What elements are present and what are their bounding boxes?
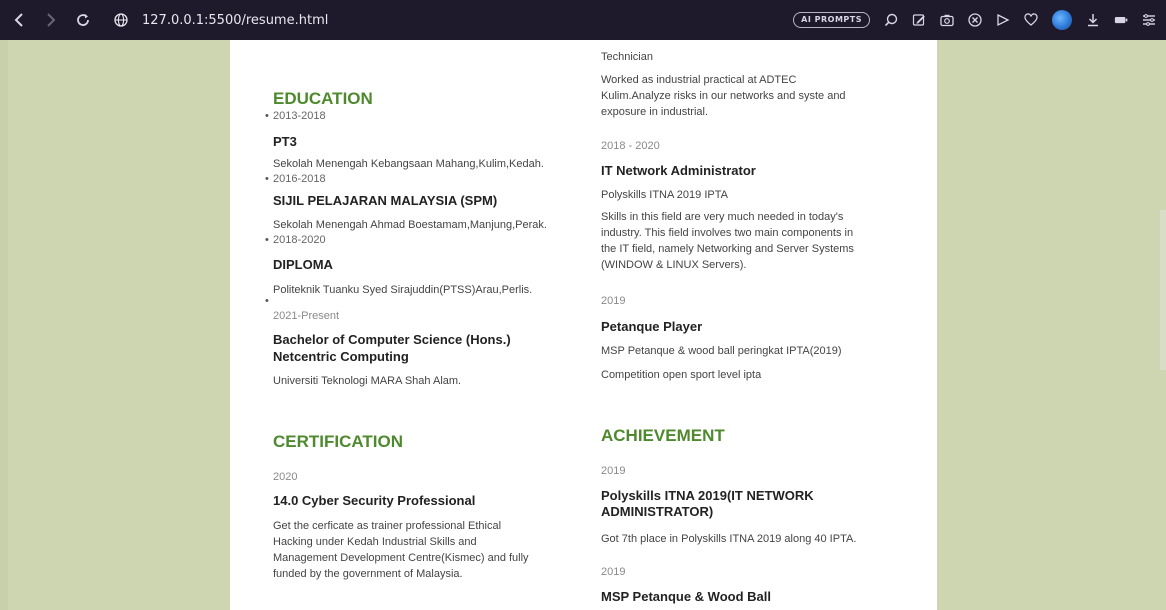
ai-prompts-button[interactable]: AI PROMPTS — [793, 12, 870, 28]
experience-detail-1-line-4: (WINDOW & LINUX Servers). — [601, 259, 747, 271]
reload-icon[interactable] — [74, 11, 92, 29]
education-detail-3: Politeknik Tuanku Syed Sirajuddin(PTSS)A… — [273, 284, 533, 296]
education-title-2: SIJIL PELAJARAN MALAYSIA (SPM) — [273, 193, 498, 208]
education-detail-4: Universiti Teknologi MARA Shah Alam. — [273, 375, 462, 387]
achievement-heading: ACHIEVEMENT — [601, 426, 725, 445]
certification-detail-line-4: funded by the government of Malaysia. — [273, 568, 463, 580]
experience-detail-2: Competition open sport level ipta — [601, 369, 762, 381]
achievement-title-1a: Polyskills ITNA 2019(IT NETWORK — [601, 488, 814, 503]
experience-title-2: Petanque Player — [601, 319, 703, 334]
browser-toolbar: 127.0.0.1:5500/resume.html AI PROMPTS — [0, 0, 1166, 40]
experience-years-2: 2019 — [601, 295, 626, 307]
back-icon[interactable] — [10, 11, 28, 29]
achievement-year-2: 2019 — [601, 566, 626, 578]
achievement-year-1: 2019 — [601, 465, 626, 477]
achievement-detail-1: Got 7th place in Polyskills ITNA 2019 al… — [601, 533, 857, 545]
send-icon[interactable] — [996, 13, 1010, 27]
experience-org-1: Polyskills ITNA 2019 IPTA — [601, 189, 728, 201]
edit-icon[interactable] — [912, 13, 926, 27]
search-icon[interactable] — [884, 13, 898, 27]
certification-heading: CERTIFICATION — [273, 432, 404, 451]
achievement-title-1b: ADMINISTRATOR) — [601, 504, 714, 519]
education-title-4b: Netcentric Computing — [273, 349, 409, 364]
experience-detail-1-line-1: Skills in this field are very much neede… — [601, 211, 844, 223]
education-years-3: 2018-2020 — [265, 234, 326, 246]
achievement-title-2: MSP Petanque & Wood Ball — [601, 589, 771, 604]
heart-icon[interactable] — [1024, 13, 1038, 27]
battery-icon[interactable] — [1114, 13, 1128, 27]
shield-icon[interactable] — [968, 13, 982, 27]
scrollbar-thumb[interactable] — [1160, 210, 1166, 370]
experience-org-2: MSP Petanque & wood ball peringkat IPTA(… — [601, 345, 842, 357]
experience-partial-detail-3: exposure in industrial. — [601, 106, 709, 118]
education-detail-2: Sekolah Menengah Ahmad Boestamam,Manjung… — [273, 219, 547, 231]
experience-partial-title: Technician — [601, 51, 653, 63]
experience-detail-1-line-3: the IT field, namely Networking and Serv… — [601, 243, 854, 255]
globe-icon — [114, 13, 128, 27]
education-years-4: 2021-Present — [273, 310, 340, 322]
certification-detail-line-3: Management Development Centre(Kismec) an… — [273, 552, 529, 564]
window-edge — [0, 40, 8, 610]
address-bar[interactable]: 127.0.0.1:5500/resume.html — [114, 13, 328, 28]
education-detail-1: Sekolah Menengah Kebangsaan Mahang,Kulim… — [273, 158, 544, 170]
education-years-1: 2013-2018 — [265, 110, 326, 122]
education-title-4a: Bachelor of Computer Science (Hons.) — [273, 332, 511, 347]
certification-year: 2020 — [273, 471, 298, 483]
certification-detail-line-2: Hacking under Kedah Industrial Skills an… — [273, 536, 477, 548]
education-years-2: 2016-2018 — [265, 173, 326, 185]
education-title-3: DIPLOMA — [273, 257, 333, 272]
avatar-icon[interactable] — [1052, 10, 1072, 30]
download-icon[interactable] — [1086, 13, 1100, 27]
education-title-1: PT3 — [273, 134, 297, 149]
navigation-controls — [10, 11, 92, 29]
experience-partial-detail-1: Worked as industrial practical at ADTEC — [601, 74, 797, 86]
forward-icon[interactable] — [42, 11, 60, 29]
resume-page: EDUCATION 2013-2018 PT3 Sekolah Menengah… — [230, 40, 937, 610]
certification-title: 14.0 Cyber Security Professional — [273, 493, 476, 508]
experience-detail-1-line-2: industry. This field involves two main c… — [601, 227, 854, 239]
experience-title-1: IT Network Administrator — [601, 163, 756, 178]
certification-detail-line-1: Get the cerficate as trainer professiona… — [273, 520, 502, 532]
toolbar-actions: AI PROMPTS — [793, 0, 1156, 40]
experience-years-1: 2018 - 2020 — [601, 140, 660, 152]
experience-partial-detail-2: Kulim.Analyze risks in our networks and … — [601, 90, 846, 102]
camera-icon[interactable] — [940, 13, 954, 27]
url-text: 127.0.0.1:5500/resume.html — [142, 12, 329, 28]
education-heading: EDUCATION — [273, 89, 373, 108]
menu-icon[interactable] — [1142, 13, 1156, 27]
